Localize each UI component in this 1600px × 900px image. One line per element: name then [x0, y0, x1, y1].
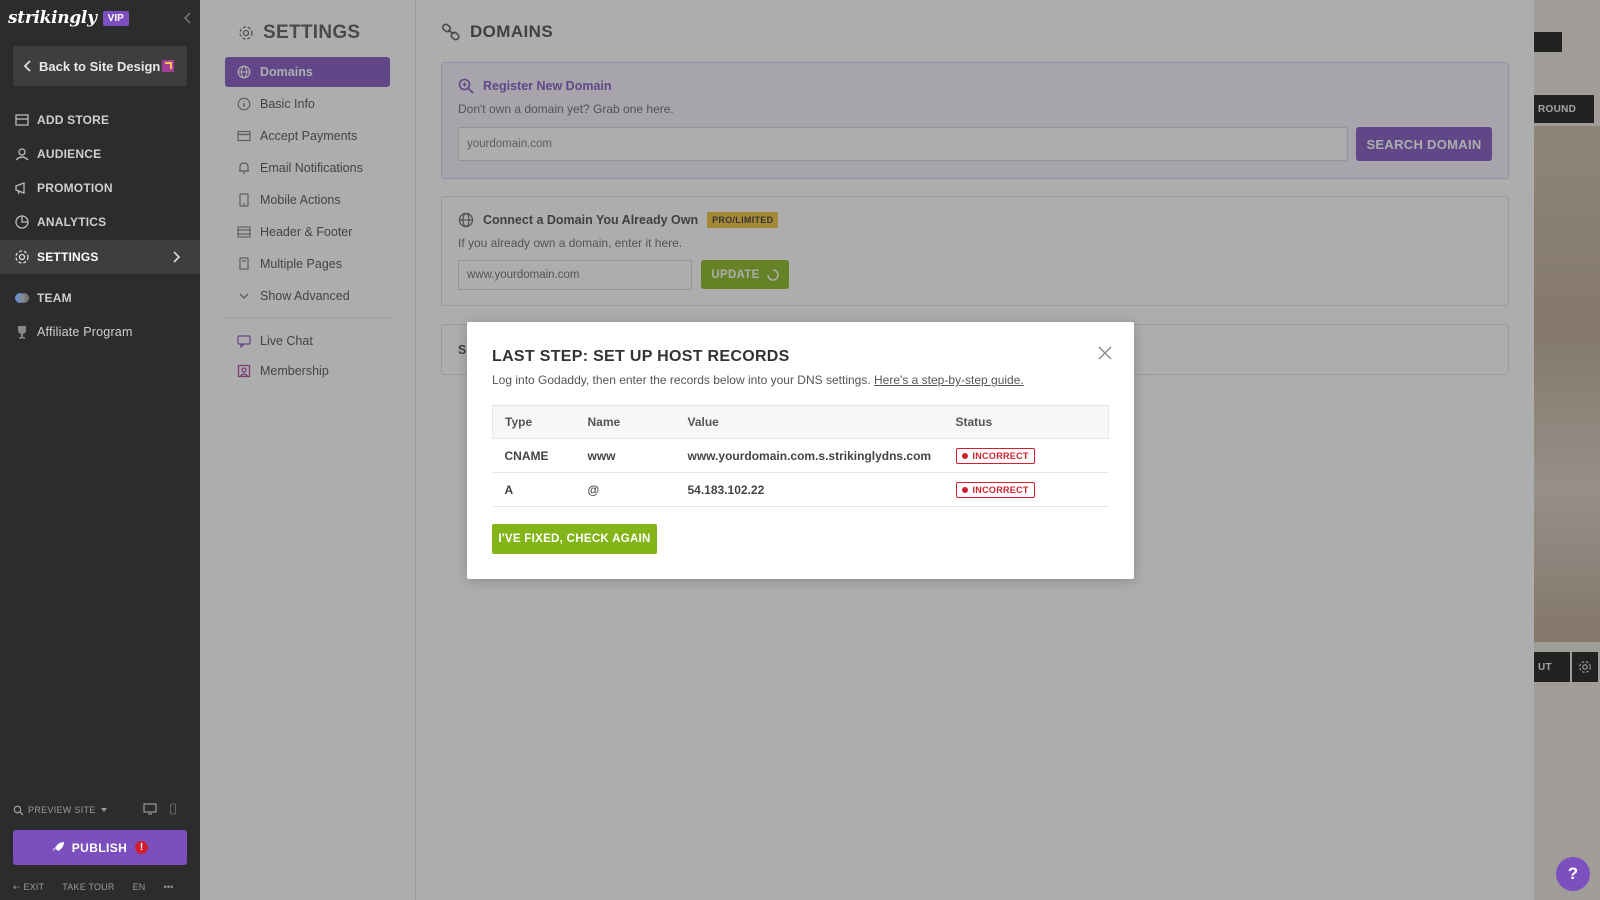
team-icon — [15, 293, 29, 303]
gear-icon — [15, 250, 29, 264]
rocket-icon — [52, 842, 64, 851]
error-dot-icon — [961, 486, 968, 493]
publish-label: PUBLISH — [71, 840, 128, 855]
chart-icon — [15, 215, 29, 229]
trophy-icon — [18, 326, 26, 339]
device-toggle — [143, 803, 181, 815]
record-status: INCORRECT — [943, 472, 1109, 507]
status-text: INCORRECT — [972, 450, 1029, 461]
search-icon — [13, 805, 24, 815]
host-records-table: Type Name Value Status CNAME www www.you… — [492, 405, 1109, 507]
mobile-icon[interactable] — [169, 803, 177, 815]
back-to-site-design-button[interactable]: Back to Site Design — [13, 46, 187, 86]
chevron-left-icon — [23, 60, 31, 72]
strikingly-logo[interactable]: strikingly — [8, 8, 97, 28]
sidebar-item-promotion[interactable]: PROMOTION — [0, 171, 200, 205]
publish-button[interactable]: PUBLISH ! — [13, 830, 187, 865]
back-button-label: Back to Site Design — [39, 58, 161, 74]
sidebar-item-team[interactable]: TEAM — [0, 281, 200, 315]
record-name: @ — [575, 472, 676, 507]
store-icon — [15, 114, 29, 126]
status-badge: INCORRECT — [955, 481, 1035, 498]
status-text: INCORRECT — [972, 484, 1029, 495]
vip-badge: VIP — [102, 10, 129, 26]
error-dot-icon — [961, 452, 968, 459]
table-row: CNAME www www.yourdomain.com.s.strikingl… — [492, 438, 1109, 473]
record-status: INCORRECT — [943, 438, 1109, 473]
publish-alert-badge: ! — [135, 841, 149, 854]
close-icon[interactable] — [1098, 346, 1112, 360]
modal-desc-text: Log into Godaddy, then enter the records… — [492, 373, 871, 387]
table-header-row: Type Name Value Status — [492, 405, 1109, 439]
status-badge: INCORRECT — [955, 447, 1035, 464]
record-type: CNAME — [492, 438, 576, 473]
sidebar-item-analytics[interactable]: ANALYTICS — [0, 205, 200, 239]
modal-description: Log into Godaddy, then enter the records… — [492, 373, 1024, 387]
column-header-name: Name — [575, 405, 676, 439]
record-value: 54.183.102.22 — [675, 472, 944, 507]
language-link[interactable]: EN — [133, 882, 146, 893]
sidebar-item-add-store[interactable]: ADD STORE — [0, 103, 200, 137]
record-value: www.yourdomain.com.s.strikinglydns.com — [675, 438, 944, 473]
record-name: www — [575, 438, 676, 473]
more-menu-icon[interactable]: ••• — [163, 882, 173, 893]
exit-label: EXIT — [23, 882, 45, 892]
exit-arrow-icon: ⇠ — [13, 882, 24, 892]
preview-site-label: PREVIEW SITE — [28, 805, 96, 815]
exit-link[interactable]: ⇠ EXIT — [13, 882, 44, 893]
site-brand-icon — [162, 60, 174, 72]
step-by-step-guide-link[interactable]: Here's a step-by-step guide. — [874, 373, 1024, 387]
caret-down-icon — [100, 808, 107, 812]
megaphone-icon — [15, 182, 25, 195]
sidebar-item-label: PROMOTION — [37, 181, 113, 195]
sidebar-item-label: TEAM — [37, 291, 72, 305]
column-header-status: Status — [943, 405, 1109, 439]
take-tour-link[interactable]: TAKE TOUR — [62, 882, 114, 893]
sidebar-item-settings[interactable]: SETTINGS — [0, 240, 200, 274]
sidebar-item-label: Affiliate Program — [37, 325, 133, 339]
audience-icon — [15, 148, 29, 161]
sidebar-item-audience[interactable]: AUDIENCE — [0, 137, 200, 171]
column-header-value: Value — [675, 405, 944, 439]
sidebar-item-label: SETTINGS — [37, 250, 99, 264]
check-again-button[interactable]: I'VE FIXED, CHECK AGAIN — [492, 524, 657, 554]
modal-title: LAST STEP: SET UP HOST RECORDS — [492, 348, 790, 365]
sidebar-footer: ⇠ EXIT TAKE TOUR EN ••• — [13, 882, 193, 893]
sidebar-item-label: AUDIENCE — [37, 147, 102, 161]
table-row: A @ 54.183.102.22 INCORRECT — [492, 472, 1109, 507]
preview-site-row[interactable]: PREVIEW SITE — [13, 803, 187, 817]
help-button[interactable]: ? — [1556, 857, 1590, 891]
record-type: A — [492, 472, 576, 507]
collapse-sidebar-icon[interactable] — [182, 11, 194, 25]
desktop-icon[interactable] — [143, 803, 157, 815]
host-records-modal: LAST STEP: SET UP HOST RECORDS Log into … — [467, 322, 1134, 579]
sidebar-item-label: ADD STORE — [37, 113, 110, 127]
column-header-type: Type — [492, 405, 576, 439]
sidebar-item-affiliate[interactable]: Affiliate Program — [0, 315, 200, 349]
sidebar-item-label: ANALYTICS — [37, 215, 107, 229]
chevron-right-icon — [173, 251, 181, 263]
logo-row: strikingly VIP — [0, 0, 200, 36]
left-sidebar: strikingly VIP Back to Site Design ADD S… — [0, 0, 200, 900]
